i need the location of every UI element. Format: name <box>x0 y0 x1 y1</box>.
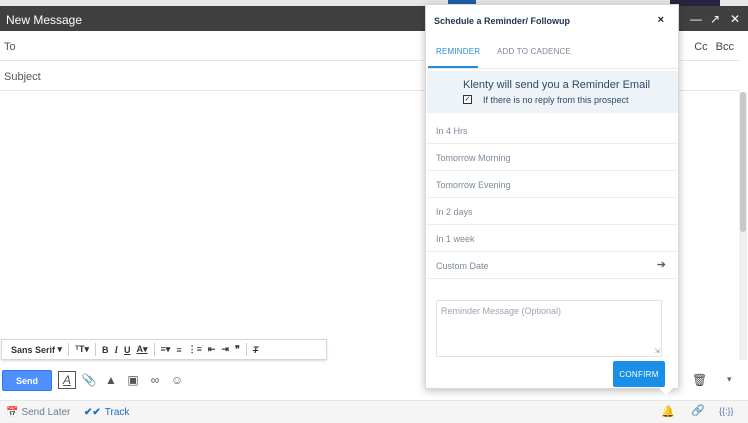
bulleted-list-icon[interactable]: ⋮≡ <box>185 341 205 359</box>
klenty-toolbar: 📅 Send Later ✔✔ Track <box>0 400 748 423</box>
option-label: Custom Date <box>436 261 489 271</box>
option-label: In 2 days <box>436 207 473 217</box>
option-label: In 1 week <box>436 234 475 244</box>
popup-title: Schedule a Reminder/ Followup <box>434 16 571 26</box>
underline-icon[interactable]: U <box>121 341 134 359</box>
option-in-2-days[interactable]: In 2 days <box>426 198 678 225</box>
formatting-options-icon[interactable]: A <box>58 371 76 389</box>
reminder-popup: Schedule a Reminder/ Followup × REMINDER… <box>425 4 679 389</box>
tab-reminder[interactable]: REMINDER <box>436 47 480 56</box>
window-controls: — ↗ ✕ <box>690 12 740 26</box>
font-family-label: Sans Serif <box>11 344 56 355</box>
attach-icon[interactable]: 📎 <box>80 371 98 389</box>
close-icon[interactable]: ✕ <box>730 12 740 26</box>
quote-icon[interactable]: ❞ <box>232 341 243 359</box>
chain-link-icon[interactable]: 🔗 <box>691 404 705 417</box>
no-reply-checkbox[interactable]: ✓ <box>463 95 472 104</box>
option-tomorrow-evening[interactable]: Tomorrow Evening <box>426 171 678 198</box>
track-label: Track <box>104 407 130 418</box>
send-later-button[interactable]: 📅 Send Later <box>6 407 70 418</box>
indent-more-icon[interactable]: ⇥ <box>218 341 232 359</box>
option-in-1-week[interactable]: In 1 week <box>426 225 678 252</box>
tab-add-to-cadence[interactable]: ADD TO CADENCE <box>497 47 571 56</box>
compose-title: New Message <box>6 13 83 27</box>
to-label: To <box>4 41 16 53</box>
bell-icon[interactable]: 🔔 <box>661 405 675 418</box>
message-placeholder: Reminder Message (Optional) <box>441 306 562 316</box>
option-label: Tomorrow Morning <box>436 153 511 163</box>
toolbar-divider <box>94 343 96 356</box>
calendar-icon: 📅 <box>6 407 19 418</box>
body-scrollbar[interactable] <box>739 92 747 360</box>
emoji-icon[interactable]: ☺ <box>168 371 186 389</box>
numbered-list-icon[interactable]: ≡ <box>173 341 184 359</box>
option-label: In 4 Hrs <box>436 126 468 136</box>
formatting-toolbar: Sans Serif ▾ ᵀT▾ B I U A▾ ≡▾ ≡ ⋮≡ ⇤ ⇥ ❞ … <box>1 339 327 360</box>
discard-icon[interactable]: 🗑 <box>692 373 707 387</box>
confirm-button[interactable]: CONFIRM <box>613 361 665 387</box>
drive-icon[interactable]: ▲ <box>102 371 120 389</box>
minimize-icon[interactable]: — <box>690 12 702 26</box>
indent-less-icon[interactable]: ⇤ <box>205 341 219 359</box>
option-in-4-hrs[interactable]: In 4 Hrs <box>426 117 678 144</box>
close-icon[interactable]: × <box>658 14 664 26</box>
link-icon[interactable]: ∞ <box>146 371 164 389</box>
toolbar-divider <box>68 343 70 356</box>
remove-formatting-icon[interactable]: T <box>250 341 262 359</box>
send-button[interactable]: Send <box>2 370 52 391</box>
toolbar-divider <box>153 343 155 356</box>
popup-tabs: REMINDER ADD TO CADENCE <box>426 41 678 69</box>
photo-icon[interactable]: ▣ <box>124 371 142 389</box>
toolbar-divider <box>245 343 247 356</box>
compose-actions: A 📎 ▲ ▣ ∞ ☺ <box>58 371 186 389</box>
info-main-text: Klenty will send you a Reminder Email <box>463 79 651 91</box>
align-icon[interactable]: ≡▾ <box>158 341 174 359</box>
font-size-icon[interactable]: ᵀT▾ <box>72 341 92 359</box>
bold-icon[interactable]: B <box>99 341 112 359</box>
option-tomorrow-morning[interactable]: Tomorrow Morning <box>426 144 678 171</box>
track-button[interactable]: ✔✔ Track <box>84 407 129 418</box>
reminder-info: Klenty will send you a Reminder Email ✓ … <box>427 71 678 113</box>
gmail-compose-screen: New Message — ↗ ✕ To Cc Bcc Subject Sans… <box>0 0 748 423</box>
resize-grip-icon[interactable]: ⇲ <box>654 347 660 355</box>
active-tab-indicator <box>428 66 478 68</box>
arrow-right-icon: ➔ <box>656 259 666 271</box>
send-later-label: Send Later <box>21 407 71 418</box>
option-label: Tomorrow Evening <box>436 180 511 190</box>
merge-tags-button[interactable]: {{:}} <box>719 406 734 416</box>
text-color-icon[interactable]: A▾ <box>134 341 151 359</box>
subject-label: Subject <box>4 71 41 83</box>
cc-bcc-links: Cc Bcc <box>694 41 734 53</box>
option-custom-date[interactable]: Custom Date ➔ <box>426 252 678 279</box>
double-check-icon: ✔✔ <box>84 407 101 418</box>
cc-link[interactable]: Cc <box>694 41 707 53</box>
info-sub-text: If there is no reply from this prospect <box>483 95 629 105</box>
bcc-link[interactable]: Bcc <box>716 41 734 53</box>
font-family-select[interactable]: Sans Serif ▾ <box>8 341 65 359</box>
expand-icon[interactable]: ↗ <box>710 12 720 26</box>
more-options-icon[interactable]: ▾ <box>727 374 732 385</box>
italic-icon[interactable]: I <box>111 341 121 359</box>
reminder-message-input[interactable]: Reminder Message (Optional) ⇲ <box>436 300 662 357</box>
popup-pointer <box>659 388 673 395</box>
scrollbar-thumb[interactable] <box>740 92 746 232</box>
